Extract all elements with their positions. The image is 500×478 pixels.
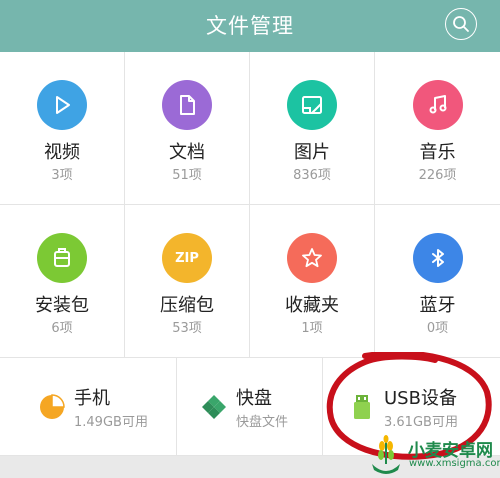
- category-label: 图片: [294, 142, 330, 163]
- category-count: 0项: [426, 321, 449, 336]
- zip-badge: ZIP: [162, 233, 212, 283]
- bluetooth-badge: [412, 233, 463, 283]
- storage-name: 快盘: [236, 388, 272, 409]
- storage-name: 手机: [74, 388, 110, 409]
- category-count: 51项: [172, 168, 202, 183]
- play-icon: [56, 96, 70, 114]
- document-icon: [180, 95, 195, 115]
- category-label: 压缩包: [160, 295, 214, 316]
- category-label: 音乐: [419, 142, 456, 163]
- category-label: 视频: [44, 142, 80, 163]
- category-count: 53项: [172, 321, 202, 336]
- image-badge: [287, 80, 337, 130]
- storage-phone[interactable]: 手机 1.49GB可用: [0, 358, 176, 455]
- category-zip[interactable]: ZIP 压缩包 53项: [125, 205, 250, 358]
- storage-subtitle: 1.49GB可用: [74, 415, 148, 430]
- storage-subtitle: 3.61GB可用: [384, 415, 458, 430]
- music-icon: [429, 95, 446, 114]
- storage-subtitle: 快盘文件: [236, 415, 289, 430]
- category-video[interactable]: 视频 3项: [0, 52, 125, 205]
- category-music[interactable]: 音乐 226项: [375, 52, 500, 205]
- package-badge: [37, 233, 87, 283]
- pie-chart-icon: [40, 394, 65, 419]
- star-icon: [302, 248, 322, 268]
- search-button[interactable]: [445, 8, 477, 40]
- category-document[interactable]: 文档 51项: [125, 52, 250, 205]
- page-title: 文件管理: [206, 14, 294, 38]
- category-count: 1项: [301, 321, 323, 336]
- package-icon: [54, 248, 70, 267]
- storage-name: USB设备: [384, 388, 457, 409]
- video-badge: [37, 80, 87, 130]
- category-count: 3项: [51, 168, 73, 183]
- bluetooth-icon: [431, 249, 444, 267]
- document-badge: [162, 80, 212, 130]
- image-icon: [302, 96, 322, 114]
- category-count: 836项: [293, 168, 331, 183]
- category-image[interactable]: 图片 836项: [250, 52, 375, 205]
- category-label: 蓝牙: [419, 295, 456, 316]
- music-badge: [412, 80, 463, 130]
- usb-drive-icon: [354, 395, 370, 419]
- category-grid: 视频 3项 文档 51项 图片 836项 音乐 226项 安装包 6项 ZIP …: [0, 52, 500, 358]
- storage-kuaipan[interactable]: 快盘 快盘文件: [162, 358, 322, 455]
- watermark-url: www.xmsigma.com: [409, 458, 500, 469]
- search-icon: [453, 16, 469, 32]
- category-label: 收藏夹: [285, 295, 339, 316]
- category-apk[interactable]: 安装包 6项: [0, 205, 125, 358]
- category-label: 安装包: [35, 295, 89, 316]
- category-label: 文档: [169, 142, 205, 163]
- title-bar: 文件管理: [0, 0, 500, 52]
- watermark: 小麦安卓网 www.xmsigma.com: [368, 432, 500, 478]
- category-favorites[interactable]: 收藏夹 1项: [250, 205, 375, 358]
- category-bluetooth[interactable]: 蓝牙 0项: [375, 205, 500, 358]
- wheat-logo-icon: [372, 435, 400, 474]
- kuaipan-icon: [202, 395, 226, 419]
- category-count: 6项: [51, 321, 73, 336]
- category-count: 226项: [418, 168, 457, 183]
- zip-icon: ZIP: [175, 250, 199, 266]
- favorites-badge: [287, 233, 337, 283]
